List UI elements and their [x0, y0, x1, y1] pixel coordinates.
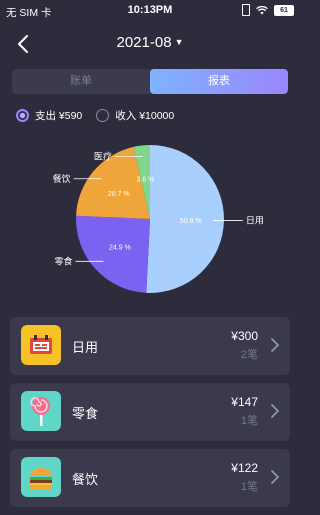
header: 2021-08 ▼: [0, 28, 300, 60]
slice-value-label: 50.8 %: [180, 218, 202, 225]
category-amount: ¥300: [231, 329, 258, 343]
lollipop-icon: [21, 391, 61, 431]
battery-icon: 61: [274, 4, 294, 16]
status-icons: 61: [242, 4, 294, 16]
vibrate-icon: [242, 4, 250, 16]
tab-bill[interactable]: 账单: [12, 69, 150, 94]
chevron-right-icon: [271, 404, 280, 418]
wifi-icon: [256, 5, 268, 14]
slice-value-label: 3.6 %: [136, 177, 154, 184]
slice-category-label: 日用: [246, 216, 264, 226]
month-label: 2021-08: [116, 34, 172, 51]
tab-bar: 账单 报表: [12, 69, 288, 94]
category-row[interactable]: 日用 ¥300 2笔: [10, 317, 290, 375]
type-toggle: 支出 ¥590 收入 ¥10000: [16, 108, 188, 123]
category-amount: ¥122: [231, 461, 258, 475]
radio-unselected-icon: [96, 109, 110, 122]
category-amount: ¥147: [231, 395, 258, 409]
slice-category-label: 医疗: [94, 151, 112, 162]
income-label: 收入 ¥10000: [115, 110, 175, 122]
category-name: 零食: [72, 406, 99, 421]
category-count: 1笔: [240, 415, 258, 427]
radio-selected-icon: [16, 109, 29, 122]
category-row[interactable]: 餐饮 ¥122 1笔: [10, 449, 290, 507]
chevron-right-icon: [271, 338, 280, 352]
burger-icon: [21, 457, 61, 497]
expense-label: 支出 ¥590: [35, 110, 83, 122]
slice-value-label: 24.9 %: [109, 244, 131, 251]
pie-chart: 50.8 % 24.9 % 20.7 % 3.6 % 日用零食 餐饮 医疗: [53, 145, 264, 293]
tab-report[interactable]: 报表: [150, 69, 288, 94]
category-name: 餐饮: [72, 472, 99, 487]
caret-down-icon: ▼: [174, 37, 184, 47]
slice-category-label: 餐饮: [53, 173, 71, 184]
category-name: 日用: [72, 340, 99, 355]
daily-goods-icon: [21, 325, 61, 365]
expense-option[interactable]: 支出 ¥590: [16, 108, 82, 123]
category-count: 1笔: [240, 481, 258, 493]
category-row[interactable]: 零食 ¥147 1笔: [10, 383, 290, 441]
status-bar: 无 SIM 卡 10:13PM 61: [0, 0, 300, 22]
category-count: 2笔: [240, 349, 258, 361]
income-option[interactable]: 收入 ¥10000: [96, 108, 174, 123]
category-list: 日用 ¥300 2笔 零食 ¥147 1笔 餐饮 ¥122 1笔: [10, 317, 290, 515]
month-selector[interactable]: 2021-08 ▼: [0, 34, 300, 51]
slice-category-label: 零食: [54, 255, 72, 266]
pie-slice: [76, 215, 150, 293]
slice-value-label: 20.7 %: [108, 191, 130, 198]
